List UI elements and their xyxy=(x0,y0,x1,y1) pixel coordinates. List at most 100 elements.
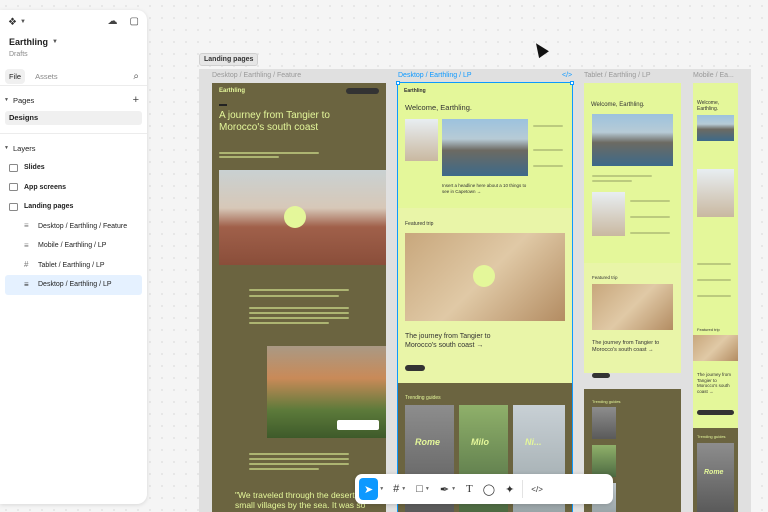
brand-logo: Earthling xyxy=(404,88,426,94)
code-badge-icon[interactable]: </> xyxy=(562,72,572,79)
guides-label: Trending guides xyxy=(697,434,726,439)
layer-label: Desktop / Earthling / Feature xyxy=(38,222,128,230)
frame-label-desktop-lp[interactable]: Desktop / Earthling / LP xyxy=(398,72,472,79)
rectangle-icon: □ xyxy=(416,483,423,495)
frame-label-desktop-feature[interactable]: Desktop / Earthling / Feature xyxy=(212,72,301,79)
main-menu-icon[interactable]: ❖ xyxy=(8,17,17,28)
body-line xyxy=(249,453,349,455)
thumb-image xyxy=(592,192,625,236)
side-line xyxy=(533,125,563,127)
section-icon xyxy=(9,163,18,172)
chevron-down-icon[interactable]: ▼ xyxy=(20,19,26,25)
frame-icon: # xyxy=(393,483,400,495)
panel-toggle-icon[interactable]: ▢ xyxy=(130,16,139,27)
body-line xyxy=(697,263,731,265)
thumb-image xyxy=(697,169,734,217)
trip-title[interactable]: The journey from Tangier to Morocco's so… xyxy=(697,372,737,394)
featured-label: Featured trip xyxy=(405,221,434,227)
frame-mobile[interactable]: Welcome, Earthling. Featured trip The jo… xyxy=(693,83,738,512)
project-name[interactable]: Earthling ▼ xyxy=(9,37,138,47)
body-line xyxy=(697,295,731,297)
guide-card-title: Ni... xyxy=(525,437,542,447)
comment-tool-button[interactable]: ◯ xyxy=(478,478,500,500)
body-line xyxy=(592,180,632,182)
section-label[interactable]: Landing pages xyxy=(199,53,259,66)
guide-thumb[interactable] xyxy=(592,407,616,439)
play-button[interactable] xyxy=(284,206,306,228)
frame-label-mobile[interactable]: Mobile / Ea... xyxy=(693,72,734,79)
frame-label-tablet-lp[interactable]: Tablet / Earthling / LP xyxy=(584,72,651,79)
welcome-heading: Welcome, Earthling. xyxy=(405,103,472,112)
side-line xyxy=(630,200,670,202)
layer-mobile-lp[interactable]: ≡ Mobile / Earthling / LP xyxy=(0,236,147,256)
resize-handle[interactable] xyxy=(396,81,400,85)
read-more-button[interactable] xyxy=(405,365,425,371)
oasis-image xyxy=(267,346,386,438)
guide-card-title: Rome xyxy=(704,469,724,476)
frame-desktop-lp[interactable]: Earthling Welcome, Earthling. Insert a h… xyxy=(397,82,573,512)
read-more-button[interactable] xyxy=(697,410,734,415)
project-location[interactable]: Drafts xyxy=(9,51,138,58)
rectangle-tool-button[interactable]: □ ▼ xyxy=(411,478,435,500)
pages-header[interactable]: ▼ Pages + xyxy=(0,90,147,110)
layers-title: Layers xyxy=(13,143,36,153)
chevron-down-icon: ▼ xyxy=(401,486,407,492)
layer-label: Mobile / Earthling / LP xyxy=(38,242,107,250)
capetown-image xyxy=(442,119,528,176)
side-line xyxy=(630,216,670,218)
section-icon xyxy=(9,202,18,211)
project-name-label: Earthling xyxy=(9,37,49,47)
layer-tablet-lp[interactable]: # Tablet / Earthling / LP xyxy=(0,256,147,276)
tab-assets[interactable]: Assets xyxy=(31,69,62,84)
sidebar-tabs: File Assets ⌕ xyxy=(0,68,147,86)
grid-icon: # xyxy=(24,260,29,270)
read-more-button[interactable] xyxy=(592,373,610,378)
layer-label: Desktop / Earthling / LP xyxy=(38,281,112,289)
guide-thumb[interactable] xyxy=(592,445,616,477)
chevron-down-icon: ▼ xyxy=(451,486,457,492)
nav-pill xyxy=(346,88,379,94)
add-page-icon[interactable]: + xyxy=(133,94,139,106)
chevron-down-icon[interactable]: ▼ xyxy=(379,486,384,492)
sparkle-icon: ✦ xyxy=(505,483,515,496)
layer-landing-pages[interactable]: Landing pages xyxy=(0,197,147,217)
layer-app-screens[interactable]: App screens xyxy=(0,178,147,198)
body-line xyxy=(249,322,329,324)
trip-title[interactable]: The journey from Tangier to Morocco's so… xyxy=(405,333,495,350)
layer-desktop-feature[interactable]: ≡ Desktop / Earthling / Feature xyxy=(0,217,147,237)
cloud-upload-icon[interactable]: ☁ xyxy=(108,16,118,27)
featured-label: Featured trip xyxy=(592,275,618,280)
play-button[interactable] xyxy=(473,265,495,287)
text-tool-button[interactable]: T xyxy=(461,478,478,500)
sidebar-top-bar: ❖ ▼ ☁ ▢ xyxy=(0,10,147,34)
welcome-heading: Welcome, Earthling. xyxy=(591,102,645,108)
frame-desktop-feature[interactable]: Earthling A journey from Tangier to Moro… xyxy=(212,83,386,512)
move-tool-button[interactable]: ➤ xyxy=(359,478,379,500)
feature-headline: A journey from Tangier to Morocco's sout… xyxy=(219,110,330,133)
resize-handle[interactable] xyxy=(570,81,574,85)
pen-tool-button[interactable]: ✒ ▼ xyxy=(435,478,461,500)
page-item-designs[interactable]: Designs xyxy=(5,111,142,125)
guide-card-rome[interactable]: Rome xyxy=(697,443,734,512)
caption-card xyxy=(337,420,379,430)
collapse-arrow-icon[interactable]: ▼ xyxy=(4,97,13,103)
dev-mode-toggle[interactable]: </> xyxy=(526,478,548,500)
tag-chip xyxy=(219,104,227,106)
headline-link[interactable]: Insert a headline here about a 10 things… xyxy=(442,183,532,194)
trip-title[interactable]: The journey from Tangier to Morocco's so… xyxy=(592,340,672,353)
frame-tablet-lp[interactable]: Welcome, Earthling. Featured trip The jo… xyxy=(584,83,681,512)
layer-slides[interactable]: Slides xyxy=(0,158,147,178)
pen-icon: ✒ xyxy=(439,483,450,496)
comment-icon: ◯ xyxy=(482,483,496,496)
frame-tool-button[interactable]: # ▼ xyxy=(388,478,411,500)
collapse-arrow-icon[interactable]: ▼ xyxy=(4,145,13,151)
search-icon[interactable]: ⌕ xyxy=(133,71,139,82)
capetown-image xyxy=(697,115,734,141)
actions-tool-button[interactable]: ✦ xyxy=(500,478,519,500)
guide-card-title: Milo xyxy=(471,437,489,447)
layers-header[interactable]: ▼ Layers xyxy=(0,138,147,158)
subtext-line xyxy=(219,152,319,154)
tab-file[interactable]: File xyxy=(5,69,26,84)
body-line xyxy=(249,463,349,465)
layer-desktop-lp[interactable]: ≡ Desktop / Earthling / LP xyxy=(5,275,142,295)
